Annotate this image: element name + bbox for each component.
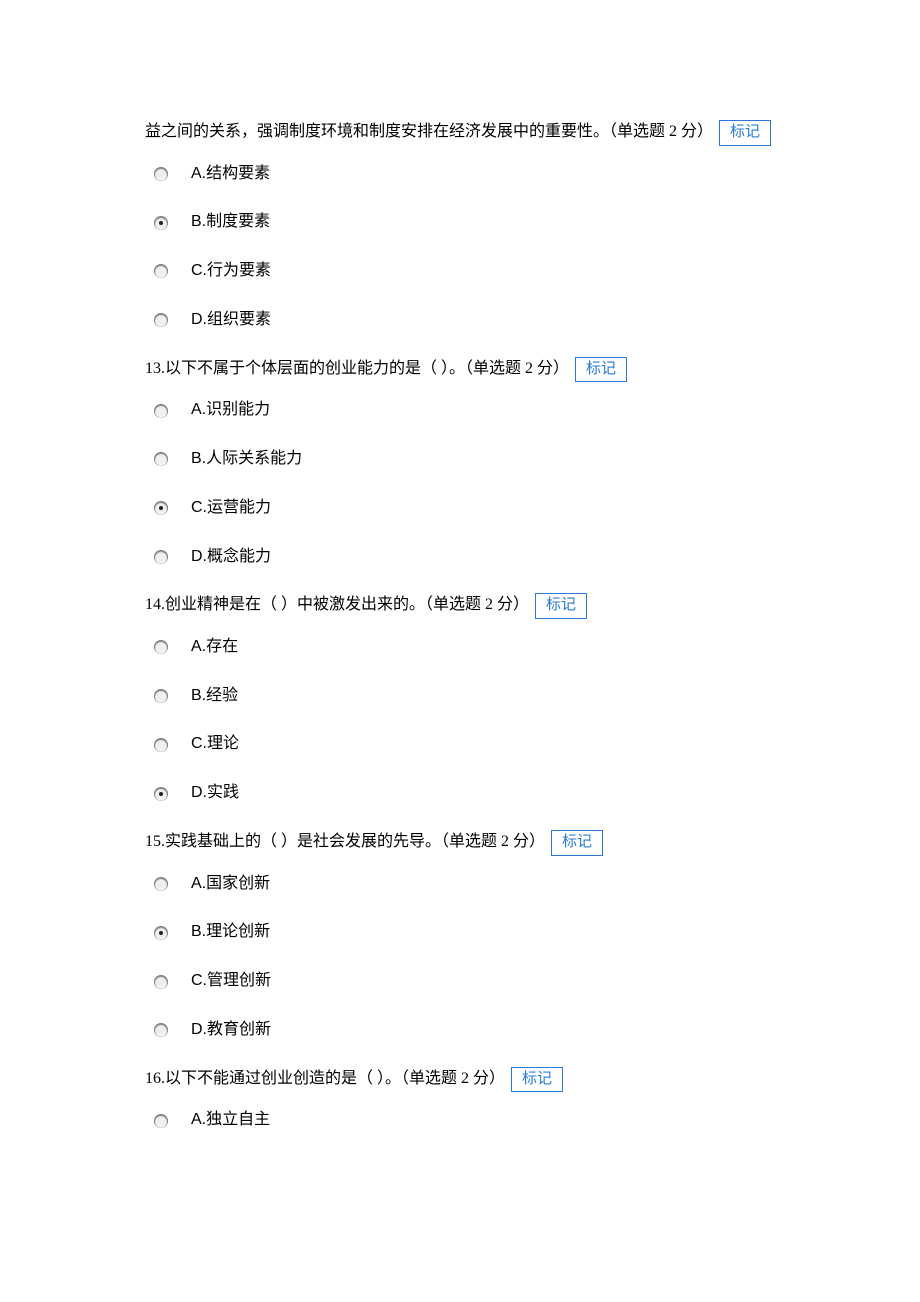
radio-icon[interactable] [155, 739, 167, 751]
option-label: C.运营能力 [191, 496, 271, 521]
question-text: 15.实践基础上的（ ）是社会发展的先导。（单选题 2 分） 标记 [145, 830, 780, 858]
option-row[interactable]: D.概念能力 [155, 545, 780, 570]
option-label: A.识别能力 [191, 398, 270, 423]
option-row[interactable]: B.人际关系能力 [155, 447, 780, 472]
radio-icon[interactable] [155, 502, 167, 514]
option-label: B.经验 [191, 684, 238, 709]
option-row[interactable]: C.运营能力 [155, 496, 780, 521]
option-row[interactable]: A.结构要素 [155, 162, 780, 187]
radio-icon[interactable] [155, 551, 167, 563]
option-label: D.教育创新 [191, 1018, 271, 1043]
option-label: D.组织要素 [191, 308, 271, 333]
option-label: B.人际关系能力 [191, 447, 302, 472]
option-row[interactable]: C.行为要素 [155, 259, 780, 284]
option-label: A.独立自主 [191, 1108, 270, 1133]
option-row[interactable]: A.识别能力 [155, 398, 780, 423]
option-row[interactable]: B.经验 [155, 684, 780, 709]
question-stem: 创业精神是在（ ）中被激发出来的。（单选题 2 分） [165, 596, 529, 613]
mark-button[interactable]: 标记 [719, 120, 771, 146]
question-stem: 益之间的关系，强调制度环境和制度安排在经济发展中的重要性。（单选题 2 分） [145, 120, 713, 145]
option-row[interactable]: B.制度要素 [155, 210, 780, 235]
option-label: A.国家创新 [191, 872, 270, 897]
radio-icon[interactable] [155, 405, 167, 417]
option-row[interactable]: D.组织要素 [155, 308, 780, 333]
mark-button[interactable]: 标记 [551, 830, 603, 856]
question-stem: 以下不属于个体层面的创业能力的是（ ）。（单选题 2 分） [165, 360, 569, 377]
radio-icon[interactable] [155, 314, 167, 326]
question-text: 16.以下不能通过创业创造的是（ ）。（单选题 2 分） 标记 [145, 1067, 780, 1095]
option-row[interactable]: A.国家创新 [155, 872, 780, 897]
radio-icon[interactable] [155, 1115, 167, 1127]
radio-icon[interactable] [155, 453, 167, 465]
option-label: B.理论创新 [191, 920, 270, 945]
option-label: D.概念能力 [191, 545, 271, 570]
option-label: A.存在 [191, 635, 238, 660]
option-row[interactable]: A.存在 [155, 635, 780, 660]
mark-button[interactable]: 标记 [511, 1067, 563, 1093]
option-row[interactable]: C.管理创新 [155, 969, 780, 994]
question-stem: 以下不能通过创业创造的是（ ）。（单选题 2 分） [165, 1070, 505, 1087]
option-label: C.管理创新 [191, 969, 271, 994]
radio-icon[interactable] [155, 976, 167, 988]
question-text: 14.创业精神是在（ ）中被激发出来的。（单选题 2 分） 标记 [145, 593, 780, 621]
option-row[interactable]: C.理论 [155, 732, 780, 757]
option-label: B.制度要素 [191, 210, 270, 235]
mark-button[interactable]: 标记 [575, 357, 627, 383]
radio-icon[interactable] [155, 217, 167, 229]
radio-icon[interactable] [155, 878, 167, 890]
option-row[interactable]: B.理论创新 [155, 920, 780, 945]
radio-icon[interactable] [155, 265, 167, 277]
option-label: C.行为要素 [191, 259, 271, 284]
question-number: 14. [145, 596, 165, 613]
mark-button[interactable]: 标记 [535, 593, 587, 619]
option-label: A.结构要素 [191, 162, 270, 187]
option-label: C.理论 [191, 732, 239, 757]
radio-icon[interactable] [155, 788, 167, 800]
radio-icon[interactable] [155, 927, 167, 939]
question-number: 15. [145, 833, 165, 850]
option-row[interactable]: A.独立自主 [155, 1108, 780, 1133]
radio-icon[interactable] [155, 1024, 167, 1036]
radio-icon[interactable] [155, 168, 167, 180]
question-stem: 实践基础上的（ ）是社会发展的先导。（单选题 2 分） [165, 833, 545, 850]
option-row[interactable]: D.实践 [155, 781, 780, 806]
option-label: D.实践 [191, 781, 239, 806]
question-number: 13. [145, 360, 165, 377]
option-row[interactable]: D.教育创新 [155, 1018, 780, 1043]
question-text: 13.以下不属于个体层面的创业能力的是（ ）。（单选题 2 分） 标记 [145, 357, 780, 385]
quiz-page: 益之间的关系，强调制度环境和制度安排在经济发展中的重要性。（单选题 2 分） 标… [0, 0, 920, 1133]
question-text: 益之间的关系，强调制度环境和制度安排在经济发展中的重要性。（单选题 2 分） 标… [145, 120, 780, 148]
radio-icon[interactable] [155, 641, 167, 653]
question-number: 16. [145, 1070, 165, 1087]
radio-icon[interactable] [155, 690, 167, 702]
